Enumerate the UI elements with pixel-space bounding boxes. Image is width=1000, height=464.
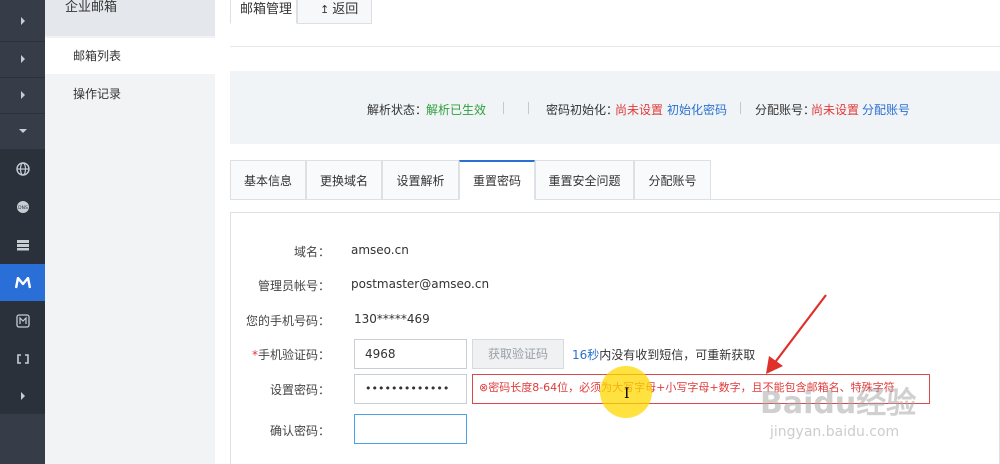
chevron-right-icon[interactable] [0, 76, 45, 114]
tab-reset-security-question[interactable]: 重置安全问题 [535, 160, 634, 200]
tab-set-parse[interactable]: 设置解析 [382, 160, 459, 200]
mail-box-icon[interactable] [0, 302, 45, 340]
parse-status-label: 解析状态： [367, 103, 428, 117]
assign-account-label: 分配账号： [755, 103, 816, 117]
dns-icon[interactable]: DNS [0, 188, 45, 226]
pwd-init-label: 密码初始化： [546, 103, 619, 117]
divider [740, 102, 741, 114]
back-button[interactable]: ↥ 返回 [297, 0, 372, 24]
sidebar-item-operation-log[interactable]: 操作记录 [45, 76, 215, 112]
confirm-password-label: 确认密码： [269, 424, 330, 438]
verify-code-value: 4968 [365, 347, 396, 361]
tab-label: 重置安全问题 [548, 174, 621, 188]
sidebar: 企业邮箱 邮箱列表 操作记录 [45, 0, 215, 464]
status-bar: 解析状态： 解析已生效 密码初始化： 尚未设置 初始化密码 分配账号： 尚未设置… [230, 71, 1000, 144]
chevron-right-icon[interactable] [0, 40, 45, 78]
chevron-right-icon[interactable] [0, 378, 45, 414]
get-code-button[interactable]: 获取验证码 [472, 339, 564, 369]
resend-hint: 16秒内没有收到短信，可重新获取 [572, 346, 755, 363]
tab-label: 重置密码 [472, 174, 521, 188]
content-tabs: 基本信息 更换域名 设置解析 重置密码 重置安全问题 分配账号 [230, 160, 1000, 200]
link-icon[interactable] [0, 340, 45, 378]
divider [230, 46, 1000, 47]
sidebar-item-label: 操作记录 [73, 87, 122, 101]
admin-account-label: 管理员帐号： [257, 279, 330, 293]
chevron-right-icon[interactable] [0, 0, 45, 42]
set-password-label: 设置密码： [269, 383, 330, 397]
set-password-input[interactable]: ••••••••••••• [354, 374, 467, 404]
domain-value: amseo.cn [351, 243, 409, 257]
tab-label: 分配账号 [648, 174, 697, 188]
sidebar-title: 企业邮箱 [65, 0, 118, 15]
assign-account-link[interactable]: 分配账号 [862, 101, 910, 118]
tab-mailbox-management[interactable]: 邮箱管理 [230, 0, 297, 24]
tab-label: 邮箱管理 [240, 2, 293, 17]
tab-label: 设置解析 [396, 174, 445, 188]
tab-label: 更换域名 [319, 174, 368, 188]
phone-label: 您的手机号码： [245, 314, 330, 328]
resend-hint-text: 内没有收到短信，可重新获取 [599, 348, 756, 362]
set-password-value: ••••••••••••• [365, 382, 450, 395]
sidebar-header: 企业邮箱 [45, 0, 215, 36]
svg-text:DNS: DNS [18, 205, 28, 211]
tab-label: 基本信息 [243, 174, 292, 188]
icon-rail: DNS [0, 0, 45, 464]
countdown: 16秒 [572, 348, 600, 362]
divider [503, 102, 504, 114]
phone-value: 130*****469 [354, 312, 430, 326]
verify-code-input[interactable]: 4968 [354, 339, 467, 369]
watermark-url: jingyan.baidu.com [770, 424, 900, 440]
page: DNS 企业邮箱 邮箱列表 操作记录 邮箱管理 ↥ 返回 解析状态： 解析已生效… [0, 0, 1000, 464]
watermark: Baidu经验 [760, 386, 917, 421]
text-cursor-icon: I [624, 386, 630, 402]
get-code-label: 获取验证码 [487, 347, 548, 361]
sidebar-item-label: 邮箱列表 [73, 49, 122, 63]
init-password-link[interactable]: 初始化密码 [667, 101, 727, 118]
chevron-down-icon[interactable] [0, 112, 45, 150]
tab-basic-info[interactable]: 基本信息 [230, 160, 306, 200]
verify-code-label: *手机验证码： [220, 346, 330, 363]
parse-status-value: 解析已生效 [426, 103, 487, 117]
divider [528, 102, 529, 114]
back-icon: ↥ [320, 3, 330, 16]
tab-assign-account[interactable]: 分配账号 [634, 160, 711, 200]
sidebar-item-mailbox-list[interactable]: 邮箱列表 [45, 38, 215, 74]
tab-reset-password[interactable]: 重置密码 [459, 160, 535, 200]
server-icon[interactable] [0, 226, 45, 264]
admin-account-value: postmaster@amseo.cn [351, 277, 490, 291]
tab-change-domain[interactable]: 更换域名 [306, 160, 382, 200]
verify-code-label-text: 手机验证码： [257, 348, 330, 362]
domain-label: 域名： [293, 245, 330, 259]
confirm-password-input[interactable] [354, 414, 467, 444]
mail-m-icon[interactable] [0, 264, 45, 302]
back-label: 返回 [332, 2, 359, 17]
globe-icon[interactable] [0, 150, 45, 188]
pwd-init-value: 尚未设置 [615, 103, 664, 117]
assign-account-value: 尚未设置 [811, 103, 860, 117]
